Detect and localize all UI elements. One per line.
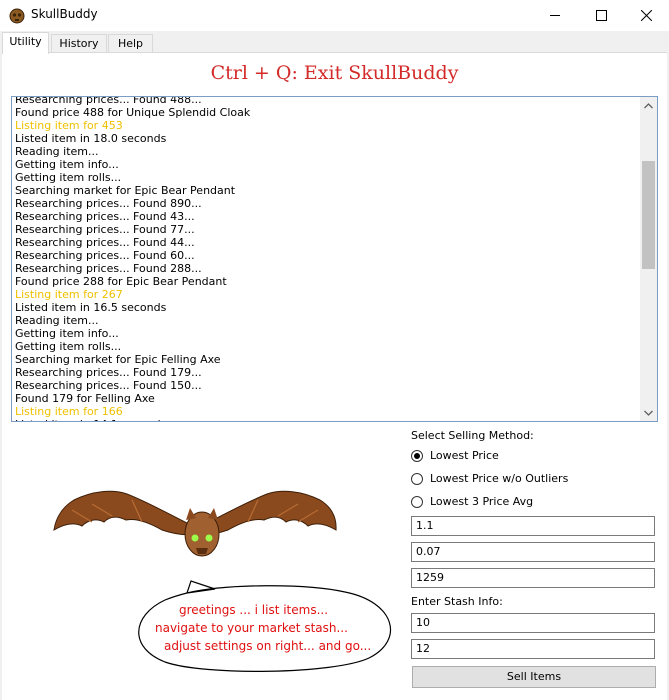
- log-line: Listing item for 267: [15, 288, 123, 301]
- radio-lowest-3-avg[interactable]: Lowest 3 Price Avg: [411, 494, 651, 510]
- radio-lowest-price-no-outliers[interactable]: Lowest Price w/o Outliers: [411, 471, 651, 487]
- selling-field-3[interactable]: 1259: [411, 568, 655, 588]
- log-line: Getting item rolls...: [15, 340, 122, 353]
- log-line: Researching prices... Found 179...: [15, 366, 202, 379]
- log-line: Found price 488 for Unique Splendid Cloa…: [15, 106, 251, 119]
- log-line: Getting item info...: [15, 327, 119, 340]
- close-icon: [640, 10, 652, 21]
- log-line: Reading item...: [15, 145, 99, 158]
- log-line: Listing item for 166: [15, 405, 123, 418]
- radio-unselected-icon: [411, 473, 423, 485]
- window-title: SkullBuddy: [31, 7, 98, 21]
- log-lines: Researching prices... Found 488... Found …: [15, 96, 635, 421]
- selling-method-label: Select Selling Method:: [411, 429, 534, 442]
- log-line: Searching market for Epic Felling Axe: [15, 353, 221, 366]
- log-line: Getting item info...: [15, 158, 119, 171]
- activity-log[interactable]: Researching prices... Found 488... Found …: [11, 96, 658, 422]
- radio-lowest-price[interactable]: Lowest Price: [411, 448, 651, 464]
- speech-line-1: greetings ... i list items...: [179, 603, 329, 617]
- maximize-icon: [595, 10, 607, 21]
- log-line: Researching prices... Found 150...: [15, 379, 202, 392]
- log-line: Searching market for Epic Bear Pendant: [15, 184, 236, 197]
- tab-history[interactable]: History: [51, 34, 107, 53]
- scroll-thumb[interactable]: [642, 161, 655, 269]
- close-button[interactable]: [623, 0, 669, 31]
- speech-line-3: adjust settings on right... and go...: [164, 639, 372, 653]
- minimize-icon: [549, 15, 560, 16]
- minimize-button[interactable]: [532, 0, 578, 31]
- speech-bubble: greetings ... i list items... navigate t…: [135, 580, 399, 674]
- tab-help[interactable]: Help: [108, 34, 153, 53]
- title-bar: SkullBuddy: [0, 0, 669, 31]
- selling-field-2[interactable]: 0.07: [411, 542, 655, 562]
- speech-line-2: navigate to your market stash...: [155, 621, 348, 635]
- log-line: Researching prices... Found 44...: [15, 236, 195, 249]
- log-line: Researching prices... Found 488...: [15, 96, 202, 106]
- log-line: Researching prices... Found 60...: [15, 249, 195, 262]
- log-line: Getting item rolls...: [15, 171, 122, 184]
- log-line: Researching prices... Found 288...: [15, 262, 202, 275]
- log-scrollbar[interactable]: [640, 97, 657, 421]
- tab-strip: Utility History Help: [0, 31, 669, 54]
- selling-field-1[interactable]: 1.1: [411, 516, 655, 536]
- log-line: Found 179 for Felling Axe: [15, 392, 155, 405]
- log-line: Listed item in 14.1 seconds: [15, 418, 635, 421]
- sell-items-button[interactable]: Sell Items: [412, 666, 656, 688]
- log-line: Listing item for 453: [15, 119, 123, 132]
- bat-mascot-image: [53, 490, 337, 557]
- log-line: Listed item in 16.5 seconds: [15, 301, 167, 314]
- stash-field-1[interactable]: 10: [411, 613, 655, 633]
- log-line: Researching prices... Found 890...: [15, 197, 202, 210]
- maximize-button[interactable]: [578, 0, 624, 31]
- radio-selected-icon: [411, 450, 423, 462]
- log-line: Found price 288 for Epic Bear Pendant: [15, 275, 227, 288]
- tab-utility[interactable]: Utility: [2, 32, 49, 54]
- skull-app-icon: [9, 8, 25, 24]
- scroll-up-icon[interactable]: [640, 97, 657, 114]
- log-line: Listed item in 18.0 seconds: [15, 132, 167, 145]
- scroll-down-icon[interactable]: [640, 404, 657, 421]
- stash-field-2[interactable]: 12: [411, 639, 655, 659]
- radio-unselected-icon: [411, 496, 423, 508]
- log-line: Reading item...: [15, 314, 99, 327]
- exit-hotkey-headline: Ctrl + Q: Exit SkullBuddy: [210, 62, 459, 84]
- log-line: Researching prices... Found 43...: [15, 210, 195, 223]
- log-line: Researching prices... Found 77...: [15, 223, 195, 236]
- stash-info-label: Enter Stash Info:: [411, 595, 503, 608]
